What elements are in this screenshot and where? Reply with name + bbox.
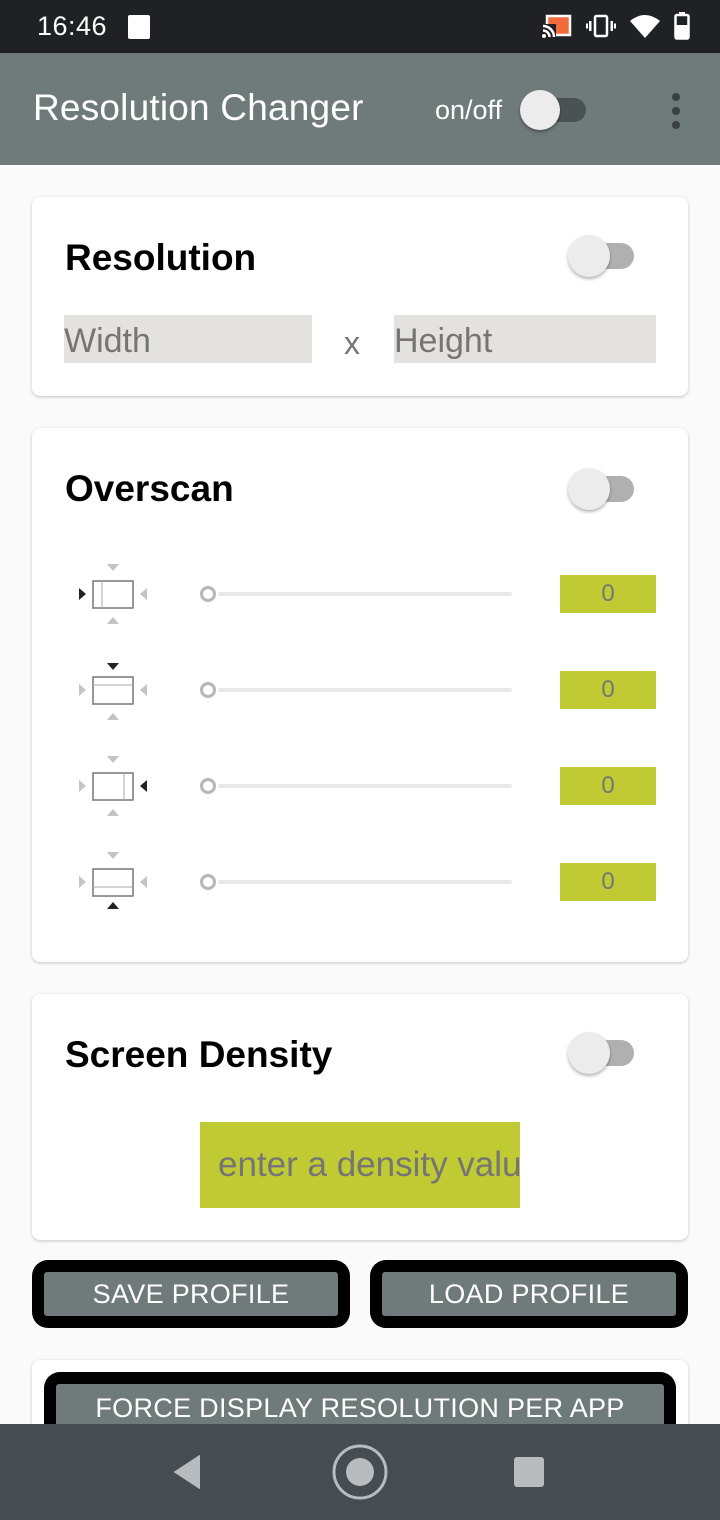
resolution-toggle-switch[interactable]: [568, 235, 636, 277]
notification-icon: [128, 15, 150, 39]
overscan-bottom-value[interactable]: [560, 863, 656, 901]
save-profile-label: SAVE PROFILE: [44, 1272, 338, 1316]
slider-rail: [218, 592, 512, 596]
switch-thumb: [568, 468, 610, 510]
resolution-title: Resolution: [65, 237, 257, 278]
master-toggle-switch[interactable]: [520, 90, 588, 130]
recents-icon: [514, 1457, 544, 1487]
overscan-toggle-switch[interactable]: [568, 468, 636, 510]
slider-knob[interactable]: [200, 586, 216, 602]
status-time: 16:46: [37, 11, 108, 41]
slider-knob[interactable]: [200, 682, 216, 698]
load-profile-button[interactable]: LOAD PROFILE: [370, 1260, 688, 1328]
navigation-bar: [0, 1424, 720, 1520]
overscan-top-icon: [79, 663, 147, 720]
back-icon: [174, 1455, 200, 1489]
overscan-right-slider[interactable]: [200, 776, 512, 796]
home-icon: [332, 1444, 388, 1500]
overscan-row-top: [32, 652, 688, 728]
app-title: Resolution Changer: [33, 87, 364, 128]
overscan-title: Overscan: [65, 468, 234, 509]
app-bar: Resolution Changer on/off: [0, 53, 720, 165]
load-profile-label: LOAD PROFILE: [382, 1272, 676, 1316]
density-input[interactable]: [200, 1122, 520, 1208]
vibrate-icon: [586, 14, 616, 38]
back-button[interactable]: [143, 1424, 233, 1520]
switch-thumb: [520, 90, 560, 130]
overscan-top-slider[interactable]: [200, 680, 512, 700]
overscan-row-bottom: [32, 844, 688, 920]
overscan-bottom-icon: [79, 852, 147, 909]
overscan-row-left: [32, 556, 688, 632]
slider-rail: [218, 784, 512, 788]
switch-thumb: [568, 235, 610, 277]
overscan-left-slider[interactable]: [200, 584, 512, 604]
overscan-top-value[interactable]: [560, 671, 656, 709]
overscan-left-value[interactable]: [560, 575, 656, 613]
overscan-left-icon: [79, 564, 147, 624]
save-profile-button[interactable]: SAVE PROFILE: [32, 1260, 350, 1328]
slider-rail: [218, 880, 512, 884]
screen-density-title: Screen Density: [65, 1034, 333, 1075]
overscan-bottom-slider[interactable]: [200, 872, 512, 892]
status-icons: [542, 10, 690, 42]
height-input[interactable]: [394, 315, 656, 363]
wifi-icon: [630, 15, 660, 38]
overscan-row-right: [32, 748, 688, 824]
screen-density-card: Screen Density: [32, 994, 688, 1240]
slider-rail: [218, 688, 512, 692]
overscan-right-icon: [79, 756, 147, 816]
resolution-card: Resolution x: [32, 197, 688, 396]
status-bar: 16:46: [0, 0, 720, 53]
density-toggle-switch[interactable]: [568, 1032, 636, 1074]
slider-knob[interactable]: [200, 874, 216, 890]
slider-knob[interactable]: [200, 778, 216, 794]
overscan-right-value[interactable]: [560, 767, 656, 805]
resolution-separator: x: [344, 325, 360, 361]
overscan-card: Overscan: [32, 428, 688, 962]
recents-button[interactable]: [484, 1424, 574, 1520]
overflow-menu-icon[interactable]: [664, 91, 688, 131]
width-input[interactable]: [64, 315, 312, 363]
switch-thumb: [568, 1032, 610, 1074]
master-switch-label: on/off: [435, 95, 503, 125]
home-button[interactable]: [315, 1424, 405, 1520]
cast-icon: [542, 14, 572, 38]
battery-icon: [674, 12, 690, 40]
